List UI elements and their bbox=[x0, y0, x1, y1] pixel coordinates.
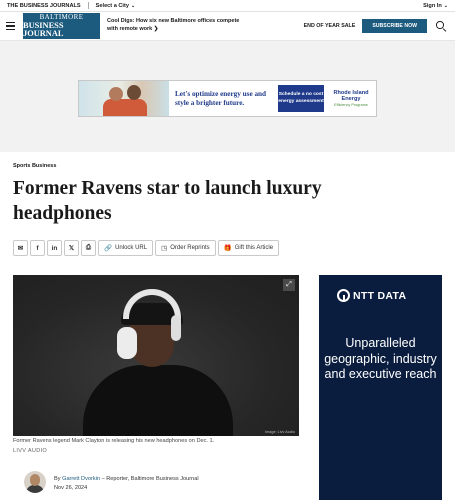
linkedin-icon: in bbox=[51, 244, 58, 252]
ntt-logo-icon bbox=[337, 289, 350, 302]
chevron-down-icon: ⌄ bbox=[130, 2, 136, 9]
ad-cta-button[interactable]: Schedule a no cost energy assessment bbox=[278, 85, 324, 112]
unlock-url-label: Unlock URL bbox=[115, 245, 148, 251]
ad-brand-logo: Rhode Island Energy Efficiency Programs bbox=[330, 90, 372, 108]
section-label[interactable]: Sports Business bbox=[13, 163, 56, 169]
logo-line-2: BUSINESS JOURNAL bbox=[23, 20, 64, 38]
reprint-icon: ◳ bbox=[161, 245, 168, 252]
article-action-bar: ✉ f in 𝕏 ⎙ 🔗 Unlock URL ◳ Order Reprints 🎁… bbox=[13, 240, 280, 256]
publish-date: Nov 26, 2024 bbox=[54, 485, 88, 491]
order-reprints-button[interactable]: ◳ Order Reprints bbox=[155, 240, 216, 256]
unlock-url-button[interactable]: 🔗 Unlock URL bbox=[98, 240, 154, 256]
select-city-dropdown[interactable]: Select a City ⌄ bbox=[96, 3, 135, 9]
image-caption: Former Ravens legend Mark Clayton is rel… bbox=[13, 438, 215, 444]
author-avatar[interactable] bbox=[24, 471, 46, 493]
email-icon: ✉ bbox=[17, 245, 24, 252]
gift-article-label: Gift this Article bbox=[234, 245, 274, 251]
logo-line-1: BALTIMORE bbox=[39, 12, 84, 21]
email-share-button[interactable]: ✉ bbox=[13, 240, 28, 256]
byline: By Garrett Dvorkin – Reporter, Baltimore… bbox=[54, 476, 199, 482]
site-logo[interactable]: BALTIMORE BUSINESS JOURNAL bbox=[23, 13, 100, 39]
expand-icon[interactable]: ⤢ bbox=[283, 279, 295, 291]
author-role: – Reporter, Baltimore Business Journal bbox=[100, 476, 199, 482]
ntt-data-logo: NTT DATA bbox=[337, 289, 406, 302]
x-icon: 𝕏 bbox=[68, 245, 75, 252]
ad-photo bbox=[79, 81, 169, 116]
author-link[interactable]: Garrett Dvorkin bbox=[62, 476, 100, 482]
article-headline: Former Ravens star to launch luxury head… bbox=[13, 178, 322, 224]
banner-ad[interactable]: Let's optimize energy use and style a br… bbox=[78, 80, 377, 117]
link-icon: 🔗 bbox=[104, 245, 113, 252]
facebook-share-button[interactable]: f bbox=[30, 240, 45, 256]
ad-zone: Let's optimize energy use and style a br… bbox=[0, 41, 455, 152]
facebook-icon: f bbox=[36, 244, 39, 252]
menu-icon[interactable] bbox=[6, 22, 15, 30]
print-button[interactable]: ⎙ bbox=[81, 240, 96, 256]
site-header: BALTIMORE BUSINESS JOURNAL Cool Digs: Ho… bbox=[0, 12, 455, 41]
ntt-brand-name: NTT DATA bbox=[353, 289, 407, 302]
end-of-year-sale-link[interactable]: END OF YEAR SALE bbox=[304, 23, 356, 29]
search-icon[interactable] bbox=[435, 20, 447, 33]
teaser-text: Cool Digs: How six new Baltimore offices… bbox=[107, 18, 240, 32]
select-city-label: Select a City bbox=[95, 2, 129, 9]
chevron-down-icon: ⌄ bbox=[443, 2, 448, 9]
gift-icon: 🎁 bbox=[223, 245, 232, 252]
hero-image[interactable]: ⤢ Image: Livv Audio bbox=[13, 275, 299, 436]
ad-brand-sub: Efficiency Programs bbox=[334, 102, 368, 107]
sign-in-label: Sign In bbox=[423, 2, 442, 9]
chevron-right-icon: ❯ bbox=[153, 26, 159, 32]
photo-credit: LIVV AUDIO bbox=[13, 448, 48, 454]
linkedin-share-button[interactable]: in bbox=[47, 240, 62, 256]
print-icon: ⎙ bbox=[85, 244, 92, 251]
network-link[interactable]: THE BUSINESS JOURNALS bbox=[7, 3, 81, 9]
ad-headline: Let's optimize energy use and style a br… bbox=[175, 89, 267, 107]
divider bbox=[87, 2, 89, 9]
sign-in-button[interactable]: Sign In ⌄ bbox=[423, 3, 448, 9]
x-share-button[interactable]: 𝕏 bbox=[64, 240, 79, 256]
top-utility-bar: THE BUSINESS JOURNALS Select a City ⌄ Sig… bbox=[0, 0, 455, 12]
sidebar-ad-text: Unparalleled geographic, industry and ex… bbox=[324, 336, 437, 381]
image-credit: Image: Livv Audio bbox=[265, 430, 295, 434]
header-teaser-link[interactable]: Cool Digs: How six new Baltimore offices… bbox=[107, 18, 247, 34]
subscribe-button[interactable]: SUBSCRIBE NOW bbox=[362, 19, 427, 33]
gift-article-button[interactable]: 🎁 Gift this Article bbox=[217, 240, 280, 256]
sidebar-ad[interactable]: NTT DATA Unparalleled geographic, indust… bbox=[319, 275, 442, 500]
order-reprints-label: Order Reprints bbox=[170, 245, 210, 251]
ad-brand-name: Rhode Island Energy bbox=[333, 89, 369, 103]
byline-prefix: By bbox=[54, 476, 61, 482]
